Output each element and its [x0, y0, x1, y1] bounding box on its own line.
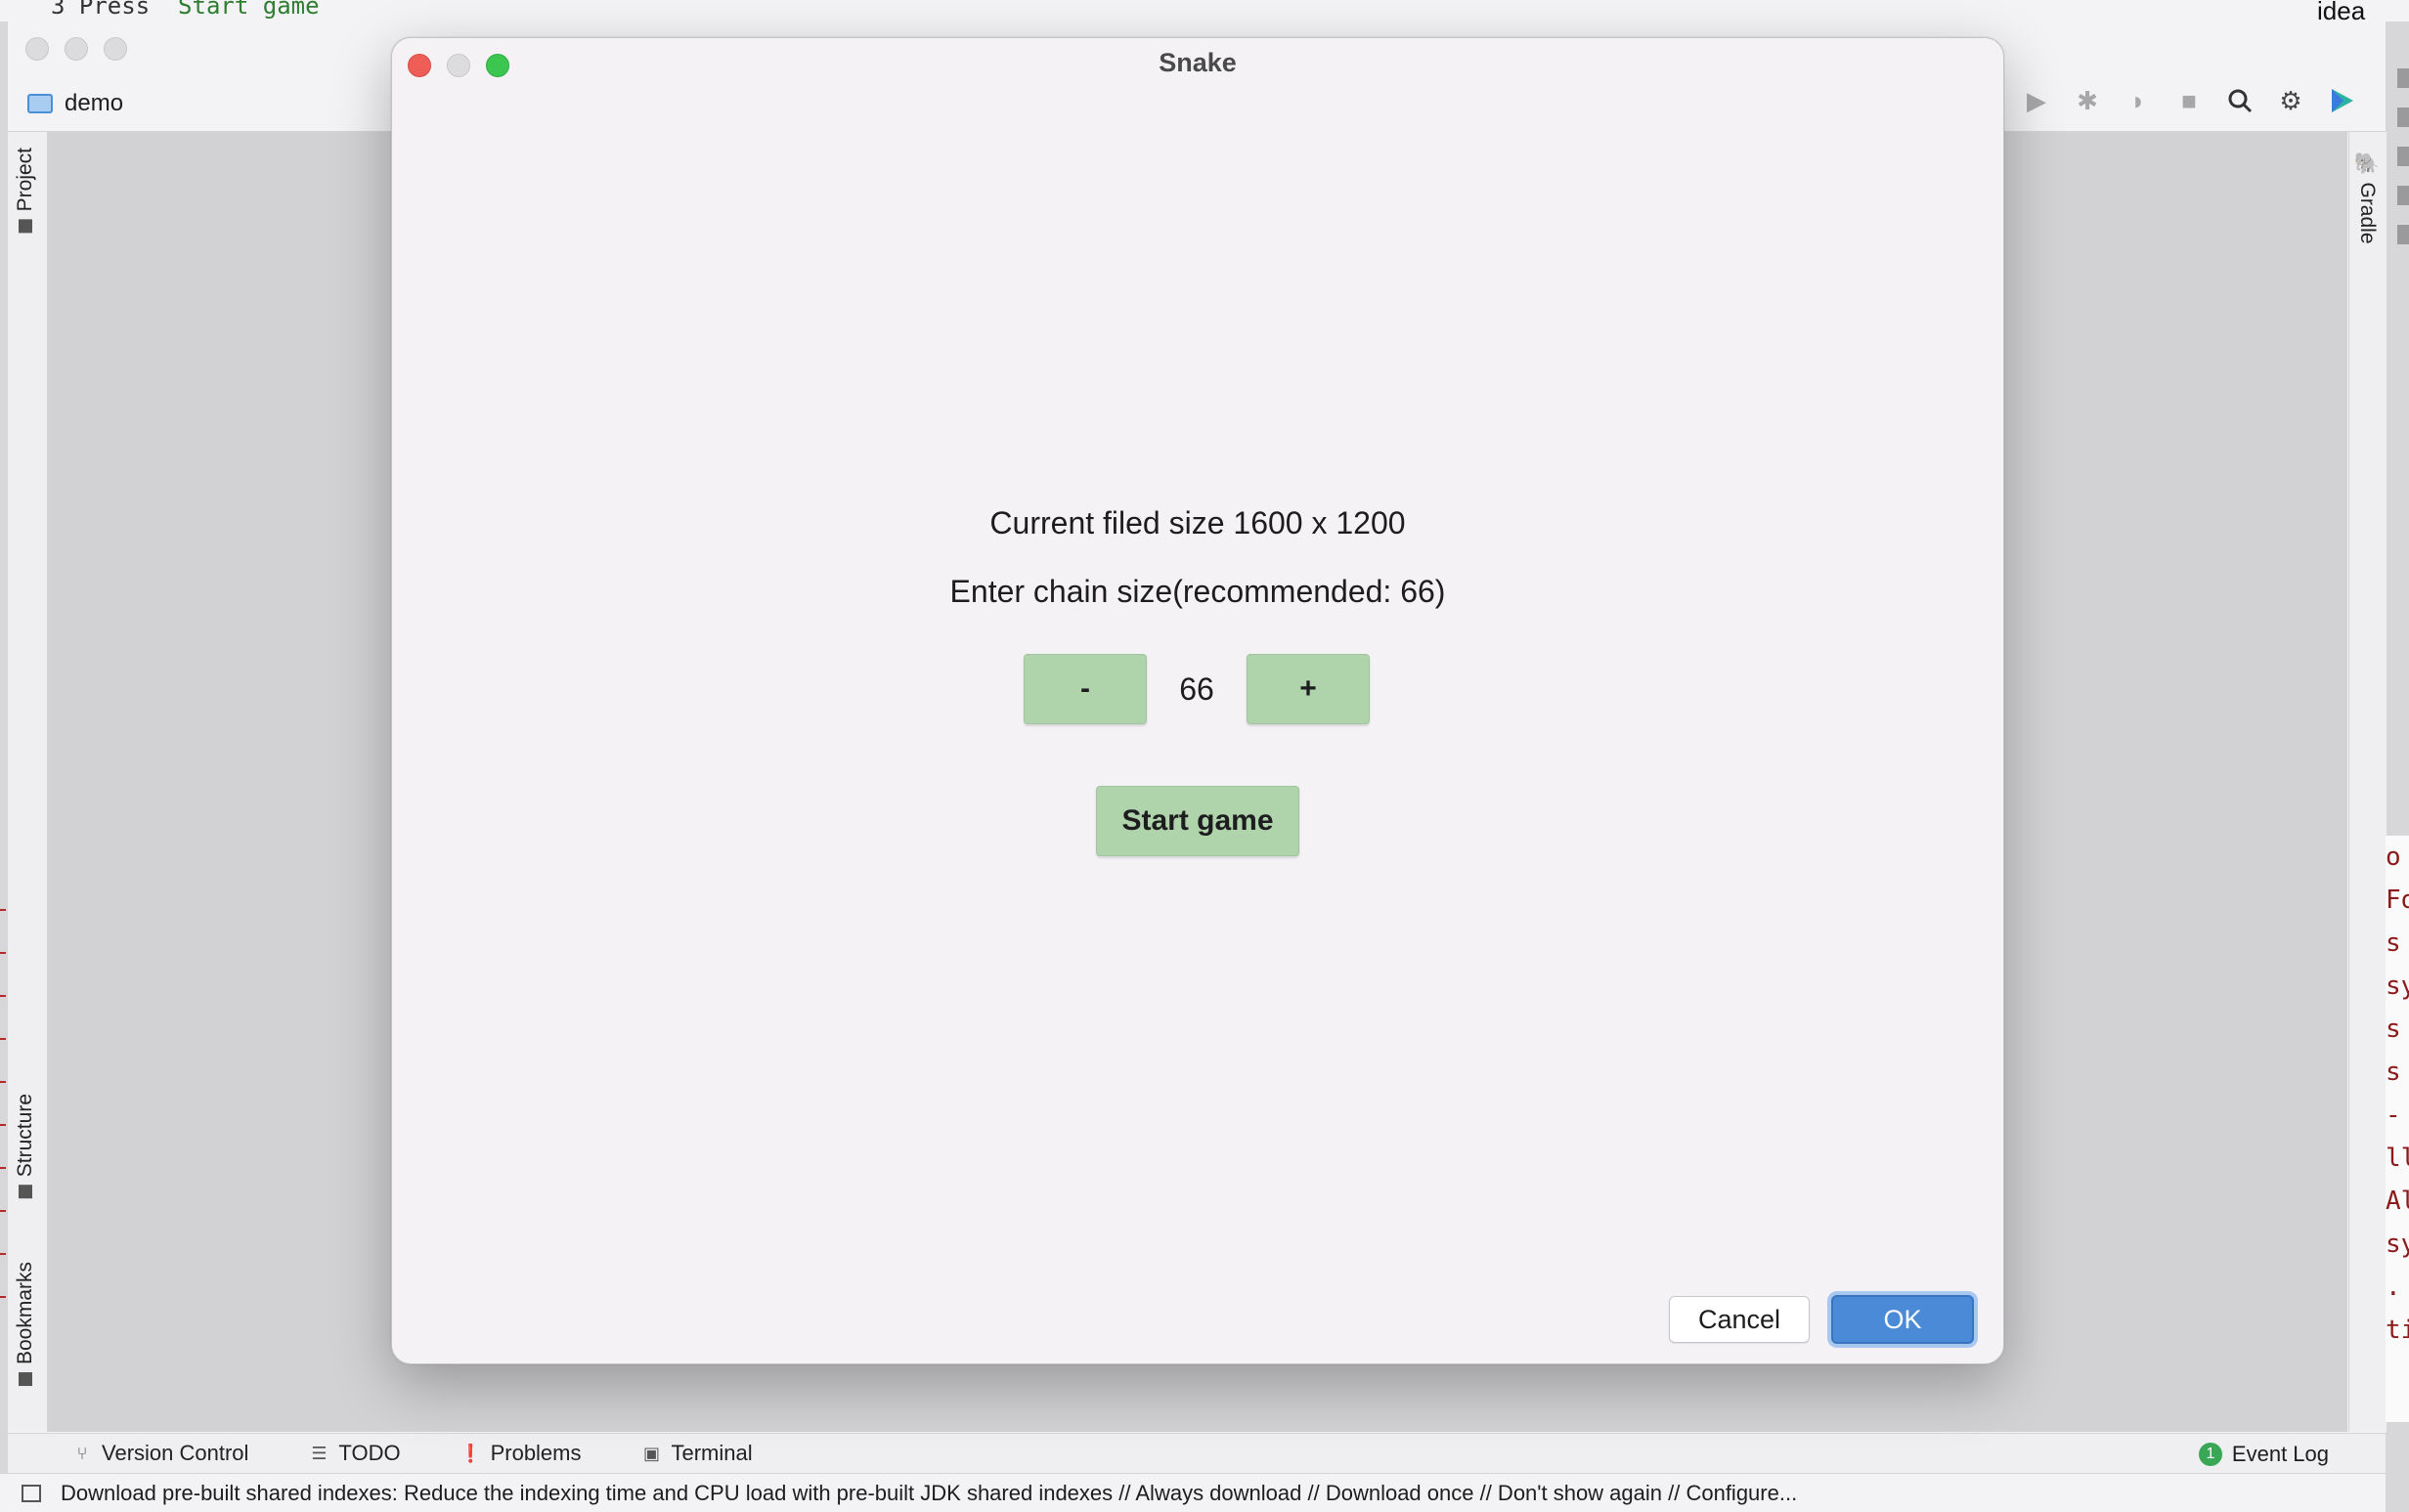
bookmark-icon: [19, 1372, 32, 1387]
start-game-button[interactable]: Start game: [1096, 786, 1299, 856]
event-log-label: Event Log: [2231, 1442, 2329, 1466]
status-message[interactable]: Download pre-built shared indexes: Reduc…: [61, 1481, 1797, 1506]
tab-version-control[interactable]: ⑂ Version Control: [72, 1441, 249, 1466]
ide-minimize-button[interactable]: [65, 37, 88, 61]
code-line: ti: [2386, 1316, 2409, 1345]
code-line: s: [2386, 929, 2401, 958]
status-bar: Download pre-built shared indexes: Reduc…: [0, 1473, 2386, 1512]
top-right-peek: idea: [2317, 0, 2366, 22]
structure-tool-icon: [19, 1185, 32, 1199]
status-toggle-icon[interactable]: [22, 1484, 41, 1502]
project-tool-label: Project: [14, 148, 36, 212]
structure-tool-tab[interactable]: Structure: [14, 1094, 37, 1199]
background-top-strip: 3 Press `Start game` idea: [0, 0, 2409, 22]
bookmarks-tool-label: Bookmarks: [14, 1262, 36, 1365]
tab-problems[interactable]: ❗ Problems: [460, 1441, 582, 1466]
code-peek-string: Start game`: [178, 0, 333, 20]
chain-size-prompt: Enter chain size(recommended: 66): [949, 574, 1446, 609]
chain-size-value: 66: [1179, 670, 1214, 707]
code-peek: 3 Press `Start game`: [51, 0, 333, 20]
dialog-title: Snake: [1159, 48, 1237, 77]
code-line: Fo: [2386, 886, 2409, 915]
toolbar: ▶ ✱ ◗ ■ ⚙: [2022, 86, 2356, 115]
code-line: .: [2386, 1273, 2401, 1302]
code-line: sy: [2386, 1230, 2409, 1259]
branch-icon: ⑂: [76, 1443, 88, 1463]
right-tool-strip: 🐘 Gradle: [2348, 132, 2387, 1432]
code-line: -: [2386, 1101, 2401, 1130]
plugin-logo-icon[interactable]: [2327, 86, 2356, 115]
bookmarks-tool-tab[interactable]: Bookmarks: [14, 1262, 37, 1387]
debug-icon[interactable]: ✱: [2073, 86, 2102, 115]
decrement-button[interactable]: -: [1024, 654, 1147, 724]
far-right-marks: [2397, 68, 2409, 264]
run-icon[interactable]: ▶: [2022, 86, 2051, 115]
event-log-button[interactable]: 1 Event Log: [2198, 1442, 2329, 1467]
tab-label: TODO: [338, 1441, 401, 1465]
cancel-button[interactable]: Cancel: [1669, 1296, 1810, 1343]
bottom-tool-bar: ⑂ Version Control ☰ TODO ❗ Problems ▣ Te…: [8, 1433, 2386, 1473]
ok-button[interactable]: OK: [1831, 1295, 1974, 1344]
left-code-marks: [0, 909, 8, 1378]
tab-todo[interactable]: ☰ TODO: [309, 1441, 400, 1466]
chain-size-stepper: - 66 +: [1024, 654, 1372, 726]
left-tool-strip: Project Structure Bookmarks: [8, 132, 48, 1432]
tab-label: Terminal: [671, 1441, 753, 1465]
gradle-tool-tab[interactable]: 🐘 Gradle: [2355, 151, 2379, 244]
list-icon: ☰: [311, 1443, 328, 1463]
warning-icon: ❗: [460, 1443, 482, 1463]
ide-zoom-button[interactable]: [104, 37, 127, 61]
coverage-icon[interactable]: ◗: [2124, 86, 2153, 115]
folder-icon: [27, 94, 53, 113]
tab-label: Problems: [490, 1441, 582, 1465]
event-count-badge: 1: [2198, 1443, 2222, 1466]
code-line: s: [2386, 1058, 2401, 1087]
terminal-icon: ▣: [642, 1443, 660, 1463]
stop-icon[interactable]: ■: [2174, 86, 2204, 115]
ide-close-button[interactable]: [25, 37, 49, 61]
snake-dialog: Snake Current filed size 1600 x 1200 Ent…: [391, 37, 2004, 1364]
tab-terminal[interactable]: ▣ Terminal: [642, 1441, 753, 1466]
increment-button[interactable]: +: [1247, 654, 1370, 724]
field-size-label: Current filed size 1600 x 1200: [989, 505, 1406, 540]
project-tool-icon: [19, 219, 32, 234]
gradle-elephant-icon: 🐘: [2356, 151, 2379, 183]
code-line: Al: [2386, 1187, 2409, 1216]
search-icon[interactable]: [2225, 86, 2255, 115]
code-line: ll: [2386, 1144, 2409, 1173]
code-line: s: [2386, 1015, 2401, 1044]
right-code-peek: o Fo s sy s s - ll Al sy . ti: [2386, 836, 2409, 1422]
project-name: demo: [65, 90, 124, 116]
tab-label: Version Control: [102, 1441, 249, 1465]
code-line: sy: [2386, 972, 2409, 1001]
code-peek-text: 3 Press `: [51, 0, 179, 20]
structure-tool-label: Structure: [14, 1094, 36, 1178]
project-tool-tab[interactable]: Project: [14, 148, 37, 234]
gradle-tool-label: Gradle: [2356, 182, 2379, 244]
gear-icon[interactable]: ⚙: [2276, 86, 2305, 115]
project-breadcrumb[interactable]: demo: [27, 90, 123, 117]
code-line: o: [2386, 842, 2401, 872]
